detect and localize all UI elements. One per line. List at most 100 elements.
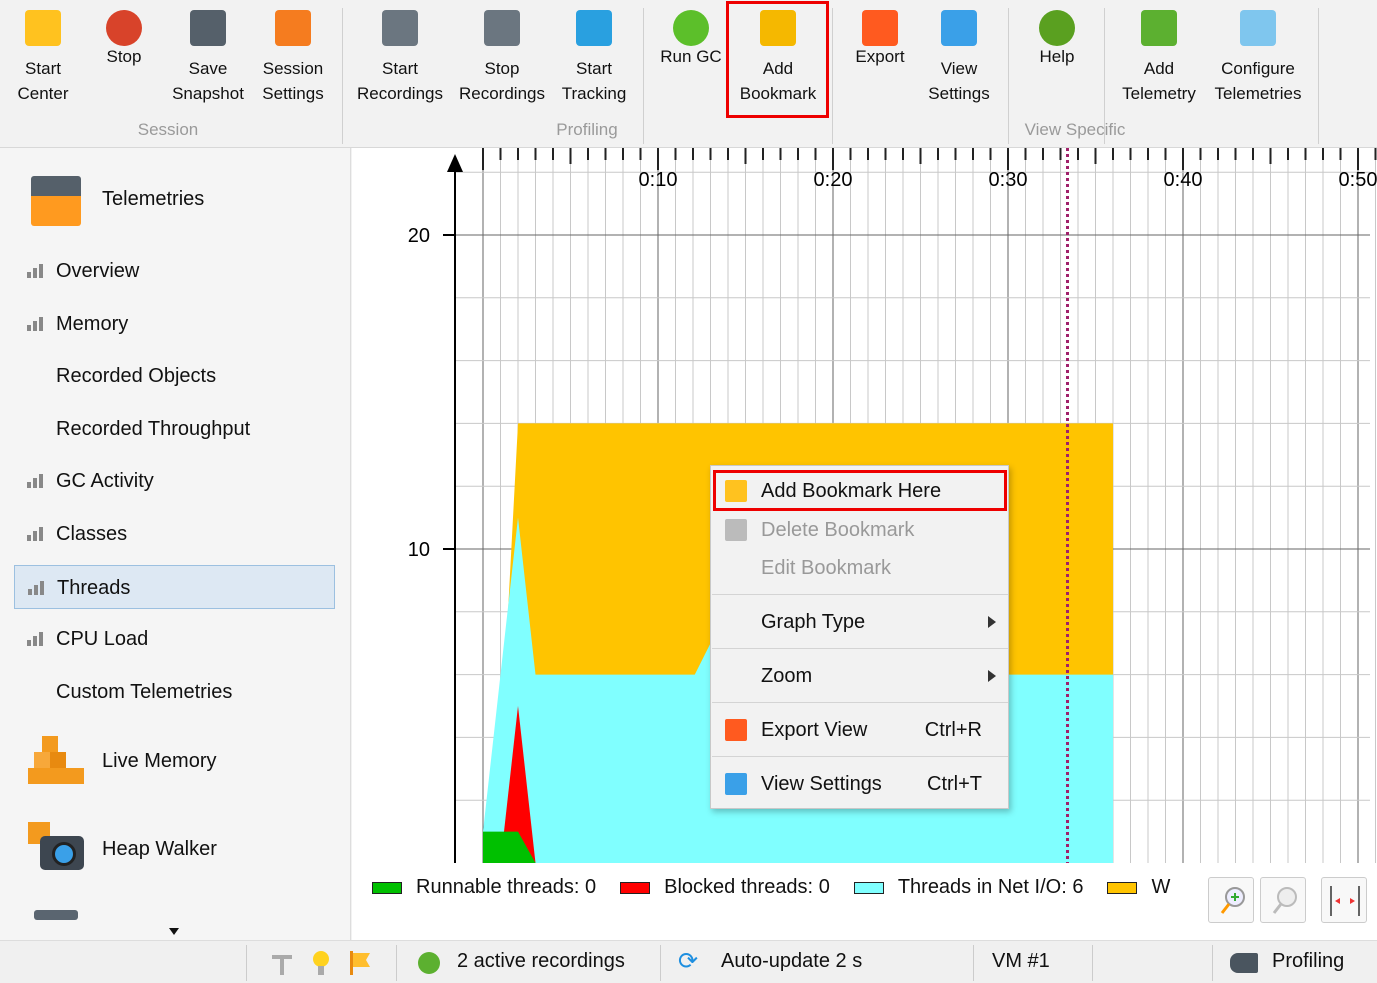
stop-icon xyxy=(102,6,146,50)
menu-item-delete-bookmark[interactable]: Delete Bookmark xyxy=(711,511,1008,549)
heap-walker-icon xyxy=(28,822,84,872)
recordings-button[interactable]: Start Recordings xyxy=(350,6,450,106)
y-tick-label: 10 xyxy=(408,539,430,561)
sidebar-item-label: Threads xyxy=(57,576,131,599)
sidebar-item-classes[interactable]: Classes xyxy=(14,512,335,556)
profiling-status: Profiling xyxy=(1272,950,1345,972)
tracking-button[interactable]: Start Tracking xyxy=(544,6,644,106)
highlight-add-bookmark xyxy=(726,1,829,118)
sidebar-item-gc-activity[interactable]: GC Activity xyxy=(14,459,335,503)
sidebar-item-recorded-throughput[interactable]: Recorded Throughput xyxy=(14,407,335,451)
highlight-add-bookmark-here xyxy=(713,470,1007,511)
view-settings-icon xyxy=(937,6,981,50)
context-menu: Add Bookmark Here Delete Bookmark Edit Boo… xyxy=(710,465,1009,809)
save-icon xyxy=(186,6,230,50)
pin-icon[interactable] xyxy=(270,951,294,975)
vm-label: VM #1 xyxy=(992,950,1050,972)
menu-item-label: Edit Bookmark xyxy=(761,557,892,579)
settings-button[interactable]: Session Settings xyxy=(243,6,343,106)
button-label-line1: Add xyxy=(1143,59,1175,78)
start-tracking-icon xyxy=(572,6,616,50)
menu-separator xyxy=(712,648,1008,649)
more-icon xyxy=(34,910,78,920)
sidebar-item-memory[interactable]: Memory xyxy=(14,302,335,346)
bookmark-delete-icon xyxy=(725,519,747,541)
legend-value: 6 xyxy=(1072,876,1084,898)
button-label-line1: Start xyxy=(576,59,612,78)
telemetry-button[interactable]: Add Telemetry xyxy=(1109,6,1209,106)
menu-item-export-view[interactable]: Export View Ctrl+R xyxy=(711,711,1008,749)
sidebar-item-label: Overview xyxy=(56,260,140,282)
menu-item-label: View Settings xyxy=(761,773,882,795)
start-center-icon xyxy=(21,6,65,50)
export-icon xyxy=(858,6,902,50)
toolbar-separator xyxy=(643,8,644,144)
x-tick-label: 0:10 xyxy=(639,169,678,191)
lightbulb-icon[interactable] xyxy=(313,950,329,976)
menu-item-graph-type[interactable]: Graph Type xyxy=(711,603,1008,641)
x-tick-label: 0:30 xyxy=(989,169,1028,191)
flag-icon[interactable] xyxy=(348,951,372,975)
sidebar-item-custom-telemetries[interactable]: Custom Telemetries xyxy=(14,670,335,714)
button-label-line2: Settings xyxy=(262,84,324,103)
legend-item: Runnable threads: 0 xyxy=(372,876,596,899)
run-gc-icon xyxy=(669,6,713,50)
menu-separator xyxy=(712,702,1008,703)
button-label-line1: Stop xyxy=(484,59,520,78)
button-label-line2: Center xyxy=(17,84,69,103)
fit-width-button[interactable] xyxy=(1321,877,1367,923)
connection-icon xyxy=(1230,953,1258,973)
menu-item-label: Graph Type xyxy=(761,611,866,633)
auto-update-status[interactable]: Auto-update 2 s xyxy=(721,950,862,973)
telemetries-icon xyxy=(31,176,81,226)
legend-item: Blocked threads: 0 xyxy=(620,876,830,899)
sidebar-heap-walker[interactable]: Heap Walker xyxy=(102,838,217,861)
legend-label: Blocked threads: xyxy=(664,876,814,898)
add-telemetry-icon xyxy=(1137,6,1181,50)
button-label-line2: Tracking xyxy=(561,84,627,103)
help-button[interactable]: Help xyxy=(1007,6,1107,69)
toolbar: Start Center Stop Save Snapshot Session Settin… xyxy=(0,0,1377,148)
recording-status-icon xyxy=(418,952,440,974)
sidebar-live-memory[interactable]: Live Memory xyxy=(102,750,216,773)
menu-item-view-settings[interactable]: View Settings Ctrl+T xyxy=(711,765,1008,803)
button-label-line2: Recordings xyxy=(357,84,443,103)
session-settings-icon xyxy=(271,6,315,50)
menu-item-label: Export View xyxy=(761,719,868,741)
toolbar-separator xyxy=(1008,8,1009,144)
settings-button[interactable]: View Settings xyxy=(909,6,1009,106)
button-label-line1: Session xyxy=(262,59,324,78)
sidebar-item-recorded-objects[interactable]: Recorded Objects xyxy=(14,354,335,398)
legend-swatch xyxy=(853,881,884,894)
live-memory-icon xyxy=(28,736,84,786)
sidebar-item-label: Recorded Objects xyxy=(56,365,217,388)
telemetries-button[interactable]: Configure Telemetries xyxy=(1208,6,1308,106)
sidebar-item-threads[interactable]: Threads xyxy=(14,564,335,609)
legend-value: 0 xyxy=(585,876,597,898)
menu-shortcut: Ctrl+R xyxy=(924,719,982,741)
legend-label: Threads in Net I/O: xyxy=(897,876,1067,898)
scroll-down-arrow[interactable] xyxy=(169,928,179,935)
legend-value: 0 xyxy=(818,876,830,898)
menu-item-label: Zoom xyxy=(761,665,813,687)
sidebar-item-label: GC Activity xyxy=(56,470,154,493)
sidebar-item-overview[interactable]: Overview xyxy=(14,249,335,293)
legend-item: W xyxy=(1107,876,1170,899)
legend-swatch xyxy=(1107,881,1138,894)
configure-telemetries-icon xyxy=(1236,6,1280,50)
toolbar-group-label: Profiling xyxy=(556,120,618,139)
button-label-line1: Start xyxy=(382,59,418,78)
bar-chart-icon xyxy=(27,264,45,278)
sidebar-item-cpu-load[interactable]: CPU Load xyxy=(14,617,335,661)
bar-chart-icon xyxy=(27,632,45,647)
recordings-button[interactable]: Stop Recordings xyxy=(452,6,552,106)
button-label-line2: Recordings xyxy=(459,84,545,103)
legend-label: W xyxy=(1151,876,1171,898)
zoom-out-button[interactable] xyxy=(1260,877,1306,923)
zoom-in-button[interactable] xyxy=(1208,877,1254,923)
menu-item-edit-bookmark[interactable]: Edit Bookmark xyxy=(711,549,1008,587)
submenu-arrow-icon xyxy=(988,616,996,628)
menu-item-zoom[interactable]: Zoom xyxy=(711,657,1008,695)
start-recordings-icon xyxy=(378,6,422,50)
active-recordings[interactable]: 2 active recordings xyxy=(457,950,625,973)
